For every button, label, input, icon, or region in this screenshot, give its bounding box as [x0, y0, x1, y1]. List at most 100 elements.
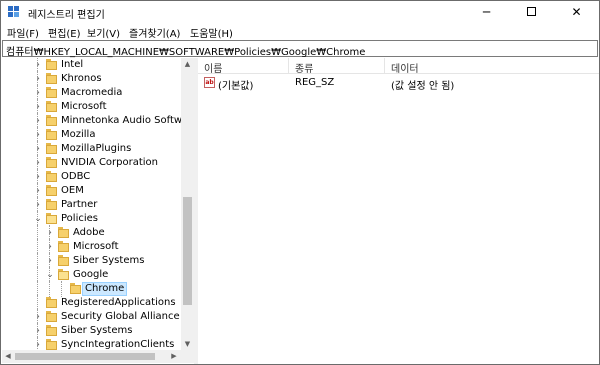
maximize-button[interactable] [509, 1, 554, 23]
tree-item[interactable]: › Microsoft [2, 99, 180, 115]
chevron-down-icon[interactable]: ⌄ [45, 270, 55, 280]
registry-editor-window: 레지스트리 편집기 ─ ✕ 파일(F) 편집(E) 보기(V) 즐겨찾기(A) … [0, 0, 600, 365]
tree-item[interactable]: Chrome [2, 281, 180, 297]
menu-file[interactable]: 파일(F) [7, 25, 39, 40]
tree-item[interactable]: ⌄ Policies [2, 211, 180, 227]
scroll-down-icon[interactable]: ▼ [181, 338, 194, 350]
scroll-thumb[interactable] [183, 197, 192, 305]
tree-item[interactable]: › Minnetonka Audio Software [2, 113, 194, 129]
values-list-pane[interactable]: 이름 종류 데이터 ab (기본값) REG_SZ (값 설정 안 됨) [198, 58, 599, 364]
tree-item[interactable]: › OEM [2, 183, 180, 199]
chevron-right-icon[interactable]: › [33, 88, 43, 98]
chevron-right-icon[interactable]: › [33, 74, 43, 84]
menu-view[interactable]: 보기(V) [87, 25, 120, 40]
tree-item[interactable]: › Macromedia [2, 85, 180, 101]
chevron-right-icon[interactable]: › [33, 102, 43, 112]
folder-icon [46, 87, 57, 98]
chevron-right-icon[interactable]: › [33, 200, 43, 210]
folder-icon [46, 185, 57, 196]
registry-editor-icon [8, 6, 20, 18]
tree-item-label: Minnetonka Audio Software [61, 115, 194, 126]
column-header-type[interactable]: 종류 [295, 60, 313, 75]
tree-item[interactable]: › ODBC [2, 169, 180, 185]
minimize-button[interactable]: ─ [464, 1, 509, 23]
tree-item[interactable]: › Mozilla [2, 127, 180, 143]
chevron-right-icon[interactable]: › [33, 186, 43, 196]
tree-item[interactable]: › Khronos [2, 71, 180, 87]
close-button[interactable]: ✕ [554, 1, 599, 23]
tree-item-label: Microsoft [61, 101, 107, 112]
chevron-right-icon[interactable]: › [45, 228, 55, 238]
tree-item[interactable]: RegisteredApplications [2, 295, 180, 311]
column-divider[interactable] [288, 58, 289, 74]
tree-item[interactable]: › Siber Systems [2, 323, 180, 339]
close-icon: ✕ [571, 5, 582, 19]
hscroll-thumb[interactable] [15, 353, 155, 360]
scroll-up-icon[interactable]: ▲ [181, 58, 194, 70]
tree-horizontal-scrollbar[interactable]: ◀ ▶ [2, 350, 194, 363]
folder-icon [58, 241, 69, 252]
chevron-down-icon[interactable]: ⌄ [33, 214, 43, 224]
chevron-right-icon[interactable]: › [33, 144, 43, 154]
list-header: 이름 종류 데이터 [198, 58, 599, 75]
folder-icon [46, 101, 57, 112]
tree-item-label: Siber Systems [73, 255, 145, 266]
scroll-left-icon[interactable]: ◀ [2, 350, 14, 363]
chevron-right-icon[interactable]: › [45, 242, 55, 252]
scroll-right-icon[interactable]: ▶ [168, 350, 180, 363]
menu-bar: 파일(F) 편집(E) 보기(V) 즐겨찾기(A) 도움말(H) [1, 23, 599, 40]
menu-favorites[interactable]: 즐겨찾기(A) [129, 25, 180, 40]
key-tree-pane[interactable]: › Intel › Khronos › Macromedia › Microsoft › Minn… [2, 58, 194, 364]
folder-icon [46, 59, 57, 70]
folder-icon [46, 311, 57, 322]
chevron-right-icon[interactable]: › [33, 158, 43, 168]
tree-item[interactable]: › NVIDIA Corporation [2, 155, 180, 171]
tree-item[interactable]: › Partner [2, 197, 180, 213]
tree-item-label: NVIDIA Corporation [61, 157, 159, 168]
value-data: (값 설정 안 됨) [391, 81, 455, 92]
tree-vertical-scrollbar[interactable]: ▲ ▼ [181, 58, 194, 350]
tree-item[interactable]: › Microsoft [2, 239, 180, 255]
column-divider[interactable] [384, 58, 385, 74]
tree-item-label: Adobe [73, 227, 105, 238]
column-header-name[interactable]: 이름 [204, 60, 222, 75]
tree-item-label: Google [73, 269, 109, 280]
tree-item[interactable]: › Intel [2, 58, 180, 73]
folder-open-icon [46, 213, 57, 224]
folder-icon [58, 255, 69, 266]
string-value-icon: ab [204, 77, 215, 88]
tree-item-label: Security Global Alliance [61, 311, 180, 322]
address-path[interactable]: 컴퓨터₩HKEY_LOCAL_MACHINE₩SOFTWARE₩Policies… [6, 43, 365, 58]
chevron-right-icon[interactable]: › [33, 116, 43, 126]
chevron-right-icon[interactable]: › [33, 312, 43, 322]
folder-icon [46, 143, 57, 154]
chevron-right-icon[interactable]: › [33, 60, 43, 70]
title-bar[interactable]: 레지스트리 편집기 ─ ✕ [1, 1, 599, 23]
chevron-right-icon[interactable]: › [33, 326, 43, 336]
menu-edit[interactable]: 편집(E) [48, 25, 81, 40]
tree-item[interactable]: › Adobe [2, 225, 180, 241]
folder-icon [46, 73, 57, 84]
column-header-data[interactable]: 데이터 [391, 60, 419, 75]
tree-item[interactable]: › Security Global Alliance [2, 309, 180, 325]
chevron-right-icon[interactable]: › [45, 256, 55, 266]
folder-icon [46, 297, 57, 308]
folder-icon [46, 157, 57, 168]
value-type: REG_SZ [295, 77, 335, 88]
chevron-right-icon[interactable]: › [33, 340, 43, 350]
folder-icon [70, 283, 81, 294]
chevron-right-icon[interactable]: › [33, 130, 43, 140]
tree-item-label: Partner [61, 199, 98, 210]
menu-help[interactable]: 도움말(H) [190, 25, 233, 40]
value-row[interactable]: ab (기본값) REG_SZ (값 설정 안 됨) [198, 76, 599, 92]
tree-item-label: Macromedia [61, 87, 123, 98]
tree-item[interactable]: › Siber Systems [2, 253, 180, 269]
folder-icon [46, 199, 57, 210]
tree-item-label: Intel [61, 59, 84, 70]
chevron-right-icon[interactable]: › [33, 172, 43, 182]
address-bar[interactable]: 컴퓨터₩HKEY_LOCAL_MACHINE₩SOFTWARE₩Policies… [2, 40, 598, 58]
tree-item-label: Microsoft [73, 241, 119, 252]
folder-icon [46, 325, 57, 336]
tree-item[interactable]: ⌄ Google [2, 267, 180, 283]
tree-item[interactable]: › MozillaPlugins [2, 141, 180, 157]
